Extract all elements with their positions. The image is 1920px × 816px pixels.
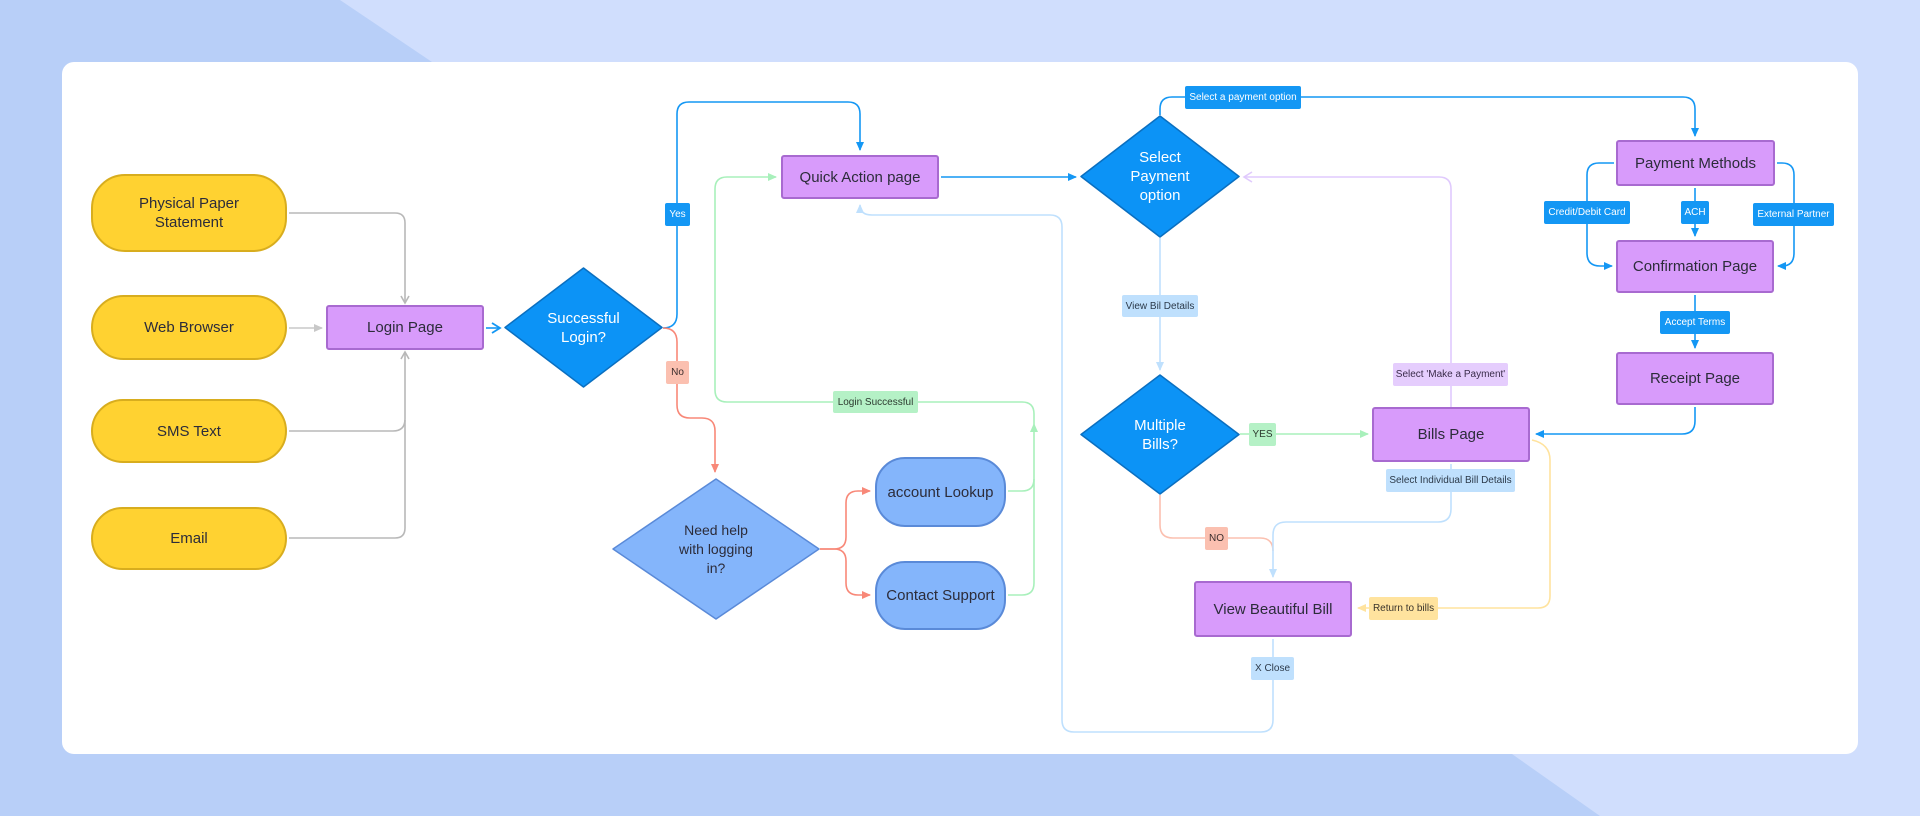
node-label: Receipt Page [1649, 370, 1741, 387]
node-physical-paper-statement[interactable]: Physical Paper Statement [91, 174, 287, 252]
node-label: account Lookup [887, 483, 994, 501]
edge-label-ach: ACH [1681, 201, 1709, 224]
node-web-browser[interactable]: Web Browser [91, 295, 287, 360]
edge-label-external-partner: External Partner [1753, 203, 1834, 226]
node-payment-methods[interactable]: Payment Methods [1616, 140, 1775, 186]
edge-label-credit-debit-card: Credit/Debit Card [1544, 201, 1630, 224]
node-label: Successful Login? [547, 309, 620, 346]
node-label: Physical Paper Statement [138, 195, 240, 231]
node-need-help[interactable]: Need help with logging in? [612, 478, 820, 620]
node-bills-page[interactable]: Bills Page [1372, 407, 1530, 462]
edge-label-multi-yes: YES [1249, 423, 1276, 446]
node-label: Payment Methods [1635, 154, 1756, 172]
node-label: Quick Action page [799, 168, 921, 186]
node-successful-login[interactable]: Successful Login? [504, 267, 663, 388]
node-account-lookup[interactable]: account Lookup [875, 457, 1006, 527]
node-confirmation-page[interactable]: Confirmation Page [1616, 240, 1774, 293]
node-select-payment-option[interactable]: Select Payment option [1080, 115, 1240, 238]
node-label: Multiple Bills? [1134, 416, 1186, 453]
edge-label-no: No [666, 361, 689, 384]
node-label: Need help with logging in? [679, 521, 753, 576]
node-label: Email [170, 530, 208, 547]
edge-label-x-close: X Close [1251, 657, 1294, 680]
edge-label-multi-no: NO [1205, 527, 1228, 550]
node-receipt-page[interactable]: Receipt Page [1616, 352, 1774, 405]
node-login-page[interactable]: Login Page [326, 305, 484, 350]
node-contact-support[interactable]: Contact Support [875, 561, 1006, 630]
edge-label-view-bill-details: View Bil Details [1122, 295, 1198, 317]
node-label: Login Page [367, 319, 443, 336]
edge-label-return-to-bills: Return to bills [1369, 597, 1438, 620]
edge-label-select-a-payment-option: Select a payment option [1185, 86, 1301, 109]
node-label: Web Browser [144, 319, 234, 336]
edge-label-yes: Yes [665, 203, 690, 226]
node-quick-action-page[interactable]: Quick Action page [781, 155, 939, 199]
node-label: Select Payment option [1130, 149, 1190, 204]
edge-label-select-make-a-payment: Select 'Make a Payment' [1393, 363, 1508, 386]
node-multiple-bills[interactable]: Multiple Bills? [1080, 374, 1240, 495]
node-email[interactable]: Email [91, 507, 287, 570]
node-label: Contact Support [886, 587, 995, 604]
edge-label-login-successful: Login Successful [833, 391, 918, 413]
node-view-beautiful-bill[interactable]: View Beautiful Bill [1194, 581, 1352, 637]
edge-label-accept-terms: Accept Terms [1660, 311, 1730, 334]
node-label: Bills Page [1417, 426, 1485, 443]
node-label: View Beautiful Bill [1213, 600, 1333, 618]
node-label: SMS Text [157, 422, 221, 440]
diagram-canvas [62, 62, 1858, 754]
node-sms-text[interactable]: SMS Text [91, 399, 287, 463]
node-label: Confirmation Page [1632, 258, 1758, 275]
edge-label-select-individual-bill-details: Select Individual Bill Details [1386, 469, 1515, 492]
